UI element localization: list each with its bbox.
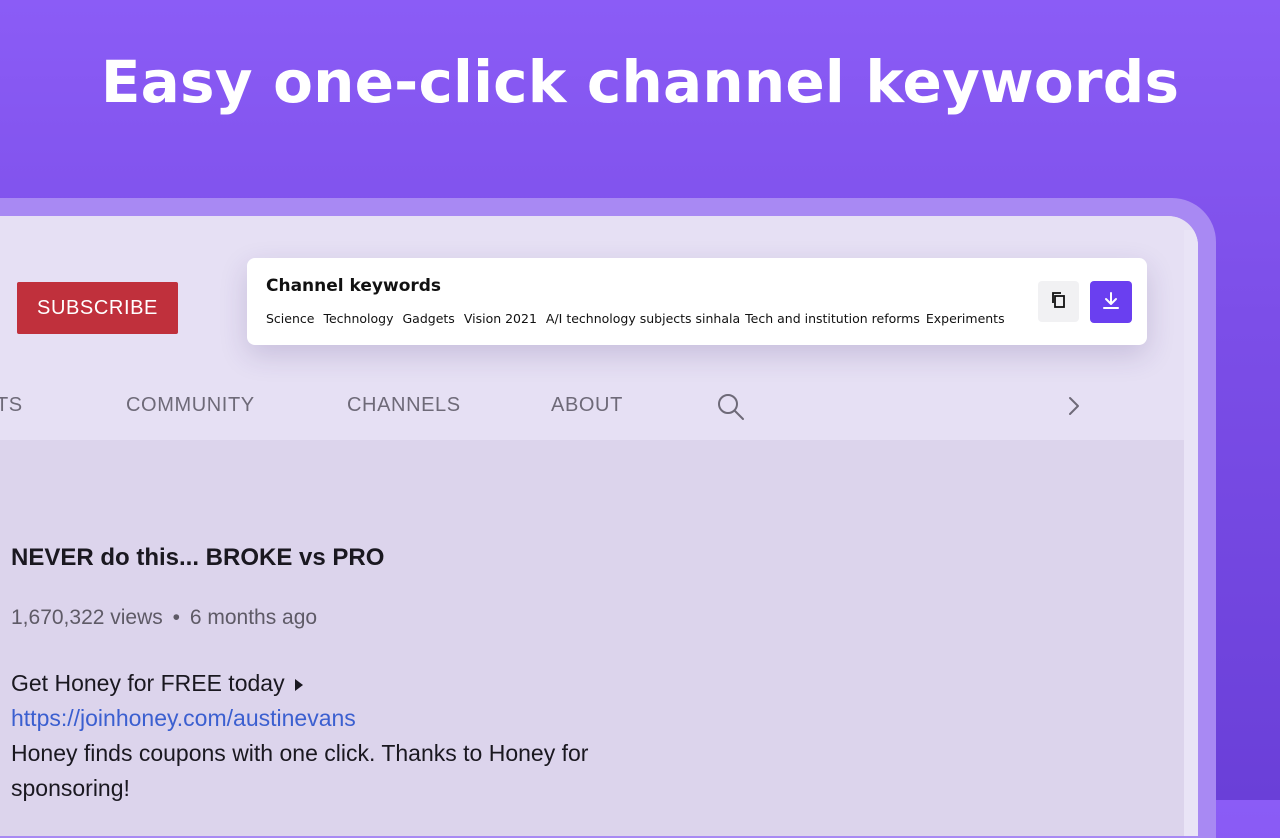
copy-button[interactable] (1038, 281, 1079, 322)
description-line: Get Honey for FREE today (11, 666, 711, 701)
view-count: 1,670,322 views (11, 606, 163, 629)
search-icon[interactable] (716, 392, 746, 427)
keyword-item: Technology (323, 311, 394, 326)
upload-age: 6 months ago (189, 606, 318, 629)
keyword-item: Tech and institution reforms (745, 311, 920, 326)
keyword-item: A/I technology subjects sinhala (545, 311, 741, 326)
keyword-item: Gadgets (402, 311, 455, 326)
video-title[interactable]: NEVER do this... BROKE vs PRO (11, 544, 384, 572)
download-icon (1101, 291, 1121, 314)
subscribe-button[interactable]: SUBSCRIBE (17, 282, 178, 334)
tab-channels[interactable]: CHANNELS (347, 394, 461, 417)
meta-separator: • (172, 606, 180, 629)
channel-tabs: STS COMMUNITY CHANNELS ABOUT (0, 394, 1198, 418)
channel-keywords-panel: Channel keywords Science Technology Gadg… (247, 258, 1147, 345)
sponsor-link[interactable]: https://joinhoney.com/austinevans (11, 705, 356, 731)
keyword-item: Science (266, 311, 315, 326)
tab-posts[interactable]: STS (0, 394, 23, 417)
download-button[interactable] (1090, 281, 1132, 323)
tab-community[interactable]: COMMUNITY (126, 394, 255, 417)
headline: Easy one-click channel keywords (100, 48, 1180, 116)
copy-icon (1050, 291, 1068, 312)
keyword-list: Science Technology Gadgets Vision 2021 A… (266, 311, 1005, 326)
keyword-item: Vision 2021 (463, 311, 537, 326)
chevron-right-icon[interactable] (1064, 392, 1084, 425)
keyword-item: Experiments (925, 311, 1005, 326)
description-text: Honey finds coupons with one click. Than… (11, 740, 589, 801)
video-meta: 1,670,322 views • 6 months ago (11, 606, 317, 630)
tab-about[interactable]: ABOUT (551, 394, 623, 417)
panel-title: Channel keywords (266, 276, 442, 296)
play-arrow-icon (294, 678, 303, 691)
video-description: Get Honey for FREE today https://joinhon… (11, 666, 711, 806)
scrollbar-track (1184, 230, 1198, 836)
